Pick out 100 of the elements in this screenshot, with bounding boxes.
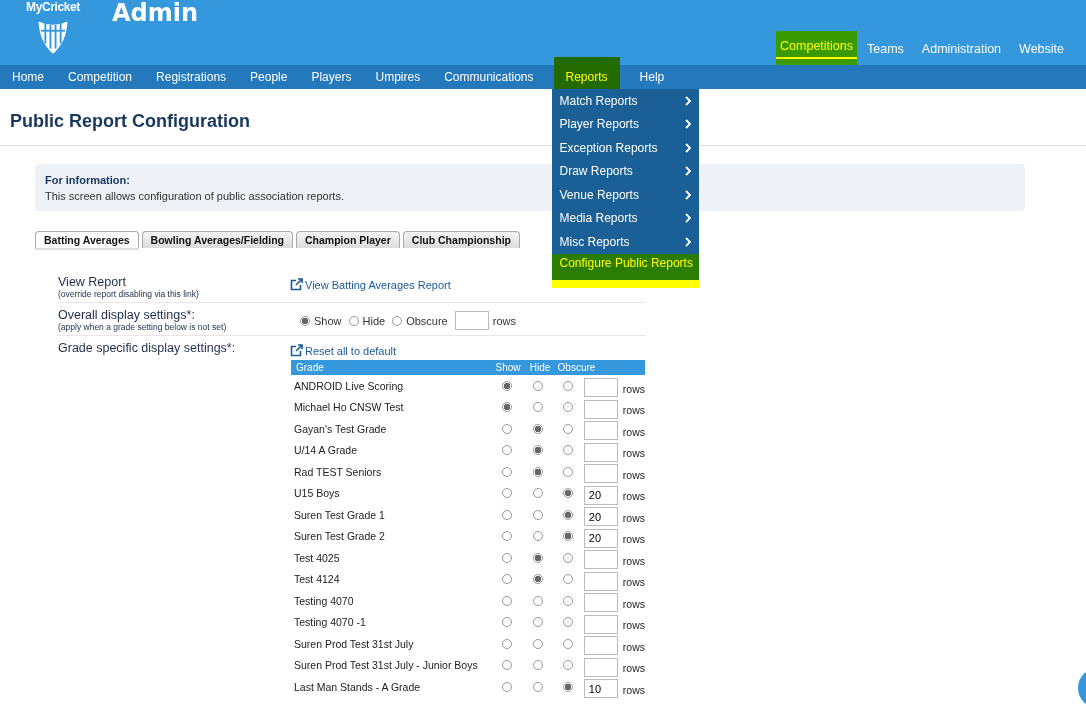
radio-button[interactable] xyxy=(392,315,403,326)
radio-button[interactable] xyxy=(562,423,573,434)
radio-button[interactable] xyxy=(502,638,513,649)
radio-button[interactable] xyxy=(562,402,573,413)
radio-button[interactable] xyxy=(532,574,543,585)
rows-field[interactable] xyxy=(583,636,618,656)
radio-button[interactable] xyxy=(502,488,513,499)
nav-link[interactable]: Reports xyxy=(553,57,620,89)
radio-button[interactable] xyxy=(562,466,573,477)
radio-button[interactable] xyxy=(532,466,543,477)
radio-button[interactable] xyxy=(532,509,543,520)
radio-button[interactable] xyxy=(562,445,573,456)
nav-link[interactable]: Help xyxy=(627,65,677,89)
rows-field[interactable] xyxy=(454,311,489,330)
table-cell-text: ANDROID Live Scoring xyxy=(293,379,405,392)
rows-field[interactable]: 20 xyxy=(583,507,618,527)
nav-link[interactable]: Registrations xyxy=(144,65,239,89)
unit-label: rows xyxy=(622,468,645,481)
radio-button[interactable] xyxy=(562,509,573,520)
radio-button[interactable] xyxy=(300,315,310,326)
rows-field[interactable] xyxy=(583,399,618,419)
rows-field[interactable] xyxy=(583,421,618,441)
radio-button[interactable] xyxy=(502,380,513,391)
tab[interactable]: Bowling Averages/Fielding xyxy=(141,231,293,248)
nav-link[interactable]: Home xyxy=(0,65,56,89)
unit-label: rows xyxy=(492,314,516,327)
radio-button[interactable] xyxy=(502,595,513,606)
rows-field[interactable] xyxy=(583,442,618,462)
tab[interactable]: Batting Averages xyxy=(35,231,139,248)
radio-button[interactable] xyxy=(532,445,543,456)
nav-link[interactable]: Umpires xyxy=(363,65,433,89)
radio-button[interactable] xyxy=(502,681,513,692)
rows-field[interactable] xyxy=(583,593,618,613)
radio-button[interactable] xyxy=(348,315,359,326)
radio-button[interactable] xyxy=(532,595,543,606)
nav-link[interactable]: People xyxy=(238,65,300,89)
radio-button[interactable] xyxy=(502,617,513,628)
radio-button[interactable] xyxy=(502,552,513,563)
external-link-icon xyxy=(290,278,303,291)
view-report-link[interactable]: View Batting Averages Report xyxy=(290,278,451,291)
radio-button[interactable] xyxy=(502,509,513,520)
top-nav-link[interactable]: Competitions xyxy=(776,31,858,65)
chevron-icon xyxy=(684,95,691,106)
radio-button[interactable] xyxy=(532,488,543,499)
radio-button[interactable] xyxy=(532,402,543,413)
menu-item[interactable]: Exception Reports xyxy=(551,136,699,160)
rows-field[interactable]: 10 xyxy=(583,679,618,699)
nav-link[interactable]: Competition xyxy=(56,65,145,89)
rows-field[interactable] xyxy=(583,571,618,591)
radio-button[interactable] xyxy=(502,423,513,434)
radio-button[interactable] xyxy=(502,574,513,585)
menu-item[interactable]: Media Reports xyxy=(551,206,699,230)
rows-field[interactable] xyxy=(583,614,618,634)
menu-item[interactable]: Misc Reports xyxy=(551,230,699,254)
radio-button[interactable] xyxy=(562,531,573,542)
rows-field[interactable] xyxy=(583,464,618,484)
tab[interactable]: Club Championship xyxy=(402,231,520,248)
radio-button[interactable] xyxy=(562,574,573,585)
rows-field[interactable]: 20 xyxy=(583,528,618,548)
table-cell-text: Test 4025 xyxy=(293,551,341,564)
tab[interactable]: Champion Player xyxy=(296,231,400,248)
chevron-icon xyxy=(684,189,691,200)
reset-link[interactable]: Reset all to default xyxy=(290,344,397,357)
menu-item[interactable]: Configure Public Reports xyxy=(551,253,699,288)
radio-button[interactable] xyxy=(532,380,543,391)
radio-button[interactable] xyxy=(532,660,543,671)
radio-button[interactable] xyxy=(562,681,573,692)
rows-field[interactable] xyxy=(583,550,618,570)
radio-button[interactable] xyxy=(532,617,543,628)
radio-button[interactable] xyxy=(532,423,543,434)
radio-button[interactable] xyxy=(532,552,543,563)
radio-button[interactable] xyxy=(562,638,573,649)
chevron-icon xyxy=(684,119,691,130)
chevron-icon xyxy=(684,213,691,224)
radio-button[interactable] xyxy=(562,660,573,671)
radio-button[interactable] xyxy=(562,552,573,563)
menu-item[interactable]: Venue Reports xyxy=(551,183,699,207)
radio-button[interactable] xyxy=(502,531,513,542)
nav-link[interactable]: Communications xyxy=(432,65,546,89)
rows-field[interactable] xyxy=(583,657,618,677)
radio-button[interactable] xyxy=(562,380,573,391)
rows-field[interactable]: 20 xyxy=(583,485,618,505)
radio-button[interactable] xyxy=(532,681,543,692)
radio-button[interactable] xyxy=(562,617,573,628)
nav-link[interactable]: Players xyxy=(299,65,364,89)
radio-button[interactable] xyxy=(562,488,573,499)
radio-button[interactable] xyxy=(532,638,543,649)
menu-item[interactable]: Draw Reports xyxy=(551,159,699,183)
radio-button[interactable] xyxy=(502,660,513,671)
rows-field[interactable] xyxy=(583,378,618,398)
radio-button[interactable] xyxy=(502,445,513,456)
unit-label: rows xyxy=(622,382,645,395)
option-label: Obscure xyxy=(406,314,448,327)
menu-item[interactable]: Player Reports xyxy=(551,112,699,136)
radio-button[interactable] xyxy=(502,466,513,477)
menu-item[interactable]: Match Reports xyxy=(551,89,699,113)
external-link-icon xyxy=(290,344,303,357)
radio-button[interactable] xyxy=(562,595,573,606)
radio-button[interactable] xyxy=(532,531,543,542)
radio-button[interactable] xyxy=(502,402,513,413)
